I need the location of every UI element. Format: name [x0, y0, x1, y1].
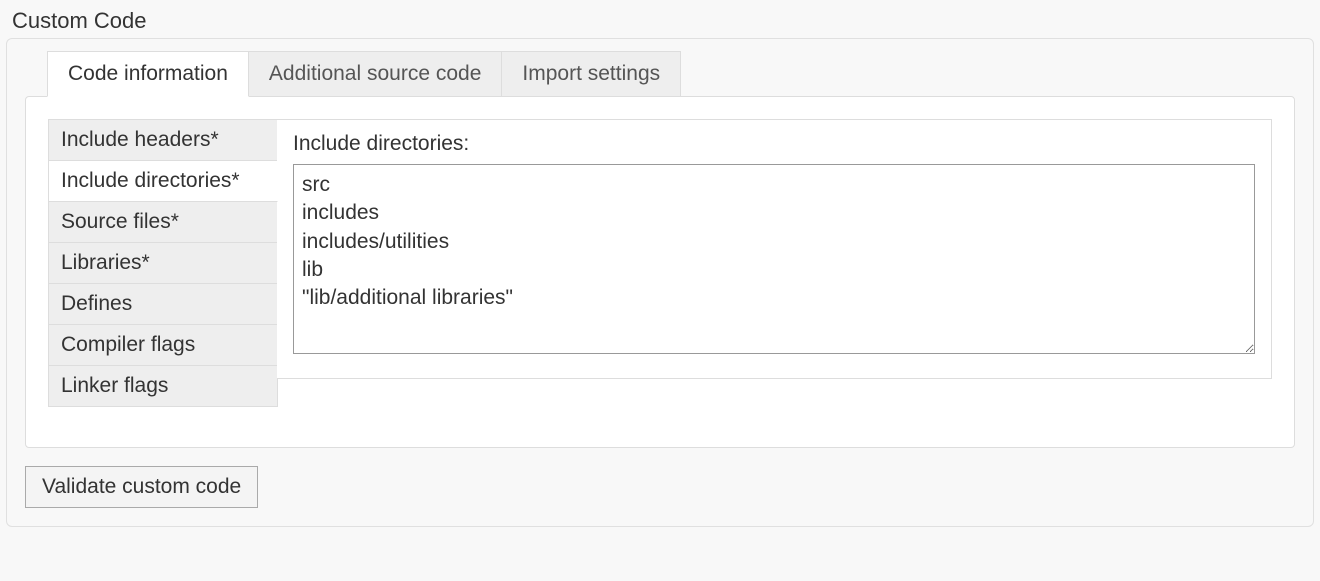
include-directories-textarea[interactable]: src includes includes/utilities lib "lib…: [293, 164, 1255, 354]
side-tab-source-files[interactable]: Source files*: [48, 202, 278, 243]
side-tab-include-directories[interactable]: Include directories*: [48, 161, 278, 202]
side-tab-include-headers[interactable]: Include headers*: [48, 119, 278, 161]
side-tab-defines[interactable]: Defines: [48, 284, 278, 325]
main-tabs: Code information Additional source code …: [47, 51, 1313, 97]
validate-wrap: Validate custom code: [25, 466, 1295, 508]
outer-panel: Code information Additional source code …: [6, 38, 1314, 527]
validate-custom-code-button[interactable]: Validate custom code: [25, 466, 258, 508]
editor-label: Include directories:: [293, 132, 1255, 156]
editor-area: Include directories: src includes includ…: [277, 119, 1272, 379]
side-tab-libraries[interactable]: Libraries*: [48, 243, 278, 284]
side-tab-linker-flags[interactable]: Linker flags: [48, 366, 278, 407]
section-title: Custom Code: [0, 0, 1320, 38]
code-information-panel: Include headers* Include directories* So…: [25, 96, 1295, 448]
tab-code-information[interactable]: Code information: [47, 51, 249, 97]
tab-import-settings[interactable]: Import settings: [502, 51, 681, 97]
custom-code-section: Custom Code Code information Additional …: [0, 0, 1320, 527]
side-tabs: Include headers* Include directories* So…: [48, 119, 278, 407]
side-tab-compiler-flags[interactable]: Compiler flags: [48, 325, 278, 366]
tab-additional-source-code[interactable]: Additional source code: [249, 51, 502, 97]
content-row: Include headers* Include directories* So…: [48, 119, 1272, 407]
